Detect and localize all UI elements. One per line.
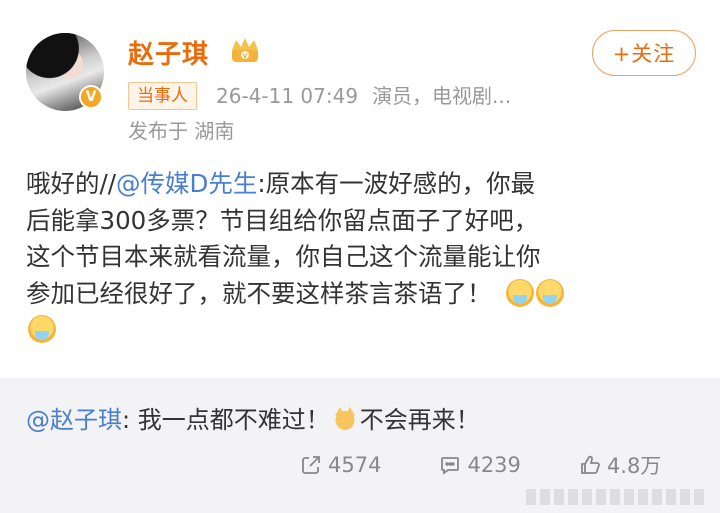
like-button[interactable]: 4.8万 bbox=[579, 450, 661, 480]
content-text: 参加已经很好了，就不要这样茶言茶语了！ bbox=[26, 278, 492, 308]
content-text: :原本有一波好感的，你最 bbox=[257, 169, 536, 198]
mention-link[interactable]: @传媒D先生 bbox=[116, 169, 257, 198]
verified-badge-icon: V bbox=[79, 85, 103, 109]
comment-icon bbox=[441, 457, 460, 475]
share-icon bbox=[302, 456, 320, 474]
post-location: 发布于 湖南 bbox=[128, 119, 235, 143]
action-bar: 4574 4239 4.8万 bbox=[300, 450, 661, 480]
comment-button[interactable]: 4239 bbox=[439, 450, 521, 480]
like-count: 4.8万 bbox=[606, 454, 662, 478]
repost-comment-area: @赵子琪: 我一点都不难过！ 不会再来！ 4574 4239 4.8万 bbox=[0, 378, 720, 513]
repost-mention-link[interactable]: @赵子琪 bbox=[26, 406, 122, 434]
content-line-2: 后能拿300多票？节目组给你留点面子了好吧， bbox=[26, 205, 539, 235]
author-name[interactable]: 赵子琪 bbox=[128, 34, 209, 71]
content-line-1: 哦好的//@传媒D先生:原本有一波好感的，你最 bbox=[26, 166, 696, 203]
watermark bbox=[526, 489, 706, 505]
author-bio: 演员，电视剧... bbox=[372, 84, 512, 108]
share-count: 4574 bbox=[328, 453, 382, 477]
content-line-3: 这个节目本来就看流量，你自己这个流量能让你 bbox=[26, 242, 541, 271]
cat-emoji-icon bbox=[330, 405, 359, 433]
crying-emoji-icon bbox=[535, 278, 564, 307]
post-meta: 26-4-11 07:49 演员，电视剧... bbox=[216, 82, 511, 110]
post-content: 哦好的//@传媒D先生:原本有一波好感的，你最 后能拿300多票？节目组给你留点… bbox=[26, 166, 696, 349]
repost-text: @赵子琪: 我一点都不难过！ 不会再来！ bbox=[26, 400, 480, 435]
follow-button[interactable]: +关注 bbox=[592, 30, 696, 76]
content-text: 哦好的// bbox=[26, 169, 117, 198]
post-timestamp: 26-4-11 07:49 bbox=[216, 84, 359, 108]
repost-text-after: 不会再来！ bbox=[359, 406, 480, 434]
content-line-4: 参加已经很好了，就不要这样茶言茶语了！ bbox=[26, 276, 696, 313]
content-line-5 bbox=[26, 312, 696, 349]
role-badge: 当事人 bbox=[128, 82, 197, 110]
crown-badge-icon[interactable]: V bbox=[228, 36, 262, 64]
thumbs-up-icon bbox=[581, 455, 600, 474]
crying-emoji-icon bbox=[28, 315, 56, 343]
weibo-post: V 赵子琪 V +关注 当事人 26-4-11 07:49 演员，电视剧... 发… bbox=[0, 0, 720, 378]
share-button[interactable]: 4574 bbox=[300, 450, 381, 480]
crying-emoji-icon bbox=[505, 278, 534, 307]
comment-count: 4239 bbox=[467, 453, 521, 477]
repost-text-before: : 我一点都不难过！ bbox=[122, 406, 330, 434]
